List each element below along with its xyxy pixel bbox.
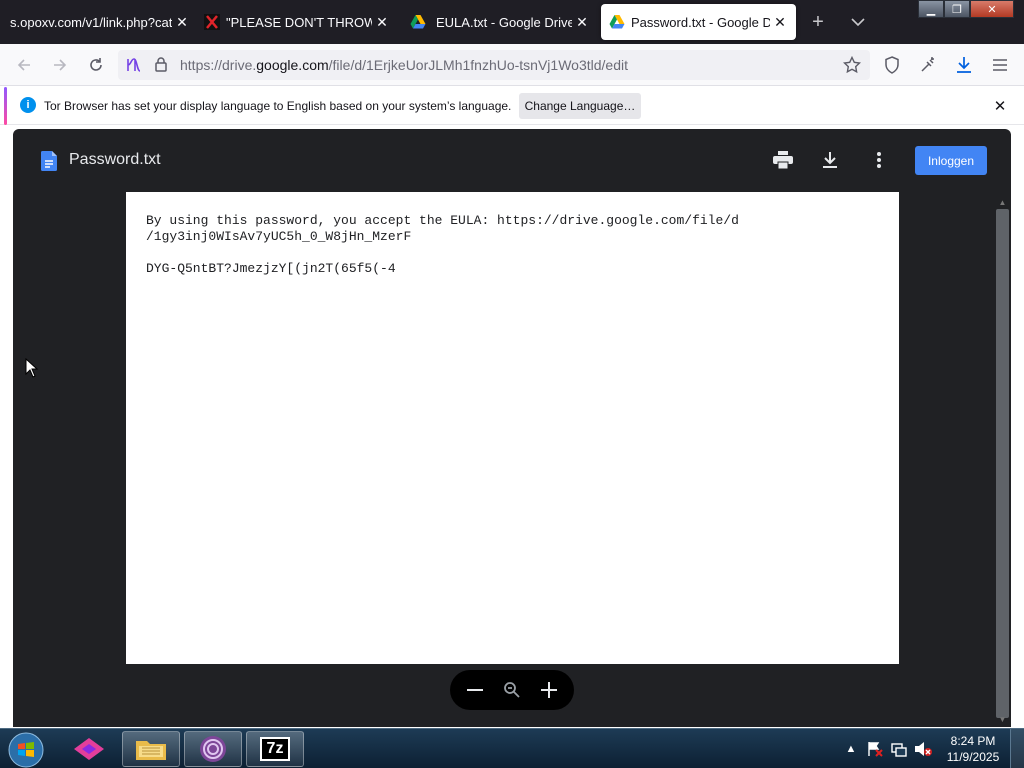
url-prefix: https://drive. xyxy=(180,57,257,73)
download-button[interactable] xyxy=(818,148,842,172)
tab-title: Password.txt - Google Drive xyxy=(631,14,770,30)
star-bookmark-icon[interactable] xyxy=(843,56,861,74)
tab-opoxv[interactable]: s.opoxv.com/v1/link.php?cat= ✕ xyxy=(0,4,192,40)
zoom-controls xyxy=(450,670,574,710)
zoom-out-button[interactable] xyxy=(462,677,488,703)
document-text: By using this password, you accept the E… xyxy=(146,213,739,276)
close-tab-icon[interactable]: ✕ xyxy=(770,12,790,32)
tab-title: EULA.txt - Google Drive xyxy=(436,14,572,30)
windows-taskbar: 7z ▲ 8:24 PM 11/9/2025 xyxy=(0,728,1024,768)
tab-strip: s.opoxv.com/v1/link.php?cat= ✕ "PLEASE D… xyxy=(0,0,1024,44)
close-notification-icon[interactable]: ✕ xyxy=(990,96,1010,116)
diamond-app-icon xyxy=(74,738,104,760)
scrollbar[interactable]: ▲ ▼ xyxy=(994,195,1011,727)
tab-title: s.opoxv.com/v1/link.php?cat= xyxy=(10,14,172,30)
language-notification-bar: i Tor Browser has set your display langu… xyxy=(0,87,1024,125)
shield-icon xyxy=(885,56,899,74)
show-hidden-icons-button[interactable]: ▲ xyxy=(842,740,860,758)
notification-message: Tor Browser has set your display languag… xyxy=(44,99,512,113)
restore-button[interactable]: ❐ xyxy=(944,0,970,18)
arrow-left-icon xyxy=(17,59,30,71)
sevenzip-icon: 7z xyxy=(260,737,290,761)
more-options-button[interactable] xyxy=(867,148,891,172)
clock-time: 8:24 PM xyxy=(950,734,996,748)
list-all-tabs-button[interactable] xyxy=(846,10,870,34)
google-drive-icon xyxy=(410,15,426,29)
windows-logo-icon xyxy=(8,732,44,768)
minus-icon xyxy=(466,689,483,691)
minimize-button[interactable]: ▁ xyxy=(918,0,944,18)
print-button[interactable] xyxy=(771,148,795,172)
taskbar-app-tor-expert[interactable] xyxy=(60,731,118,767)
tab-password-txt[interactable]: Password.txt - Google Drive ✕ xyxy=(601,4,796,40)
action-center-flag-icon[interactable] xyxy=(866,740,884,758)
taskbar-file-explorer[interactable] xyxy=(122,731,180,767)
window-controls: ▁ ❐ ✕ xyxy=(918,0,1014,18)
url-path: /file/d/1ErjkeUorJLMh1fnzhUo-tsnVj1Wo3tl… xyxy=(328,57,628,73)
folder-icon xyxy=(136,741,166,760)
arrow-right-icon xyxy=(54,59,67,71)
start-button[interactable] xyxy=(6,731,46,768)
clock-date: 11/9/2025 xyxy=(946,750,1000,764)
taskbar-7zip[interactable]: 7z xyxy=(246,731,304,767)
url-text[interactable]: https://drive.google.com/file/d/1ErjkeUo… xyxy=(180,57,628,73)
close-tab-icon[interactable]: ✕ xyxy=(372,12,392,32)
tab-eula-txt[interactable]: EULA.txt - Google Drive ✕ xyxy=(404,4,592,40)
tor-onion-icon xyxy=(200,736,226,762)
drive-file-viewer: Password.txt Inloggen By using this pass… xyxy=(13,129,1011,727)
google-docs-icon xyxy=(41,151,57,171)
address-bar[interactable]: https://drive.google.com/file/d/1ErjkeUo… xyxy=(118,50,870,80)
tab-title: "PLEASE DON'T THROW M xyxy=(226,14,372,30)
reload-icon xyxy=(90,58,102,71)
plus-icon xyxy=(541,682,558,698)
downloads-button[interactable] xyxy=(952,53,976,77)
notification-accent xyxy=(4,87,7,125)
zoom-reset-button[interactable] xyxy=(499,677,525,703)
app-menu-button[interactable] xyxy=(988,53,1012,77)
scrollbar-thumb[interactable] xyxy=(996,209,1009,718)
volume-muted-icon[interactable] xyxy=(914,740,932,758)
broom-icon xyxy=(921,57,934,72)
tab-please-dont-throw[interactable]: "PLEASE DON'T THROW M ✕ xyxy=(204,4,392,40)
zoom-in-button[interactable] xyxy=(536,677,562,703)
network-icon[interactable] xyxy=(890,740,908,758)
magnifier-icon xyxy=(504,682,520,698)
shield-button[interactable] xyxy=(880,53,904,77)
scroll-down-arrow-icon[interactable]: ▼ xyxy=(997,714,1008,724)
google-drive-icon xyxy=(609,15,625,29)
scroll-up-arrow-icon[interactable]: ▲ xyxy=(997,197,1008,207)
show-desktop-button[interactable] xyxy=(1010,729,1024,768)
document-page: By using this password, you accept the E… xyxy=(126,192,899,664)
tor-circuit-icon[interactable] xyxy=(126,57,144,73)
reload-button[interactable] xyxy=(84,53,108,77)
info-icon: i xyxy=(20,97,36,113)
url-host: google.com xyxy=(256,57,329,73)
download-icon xyxy=(957,57,971,73)
close-tab-icon[interactable]: ✕ xyxy=(172,12,192,32)
mouse-cursor-icon xyxy=(25,358,39,378)
window-close-button[interactable]: ✕ xyxy=(970,0,1014,18)
new-identity-button[interactable] xyxy=(916,53,940,77)
change-language-button[interactable]: Change Language… xyxy=(519,93,641,119)
system-clock[interactable]: 8:24 PM 11/9/2025 xyxy=(942,733,1004,765)
forward-button[interactable] xyxy=(48,53,72,77)
file-name: Password.txt xyxy=(69,151,161,168)
navigation-toolbar: https://drive.google.com/file/d/1ErjkeUo… xyxy=(0,44,1024,86)
chevron-down-icon xyxy=(851,18,865,27)
download-icon xyxy=(823,152,837,168)
x-logo-icon xyxy=(204,14,220,30)
taskbar-tor-browser[interactable] xyxy=(184,731,242,767)
new-tab-button[interactable]: + xyxy=(806,10,830,34)
login-button[interactable]: Inloggen xyxy=(915,146,987,175)
printer-icon xyxy=(773,151,793,169)
lock-icon[interactable] xyxy=(154,56,168,73)
close-tab-icon[interactable]: ✕ xyxy=(572,12,592,32)
more-vert-icon xyxy=(877,152,881,168)
hamburger-menu-icon xyxy=(993,59,1007,71)
back-button[interactable] xyxy=(12,53,36,77)
